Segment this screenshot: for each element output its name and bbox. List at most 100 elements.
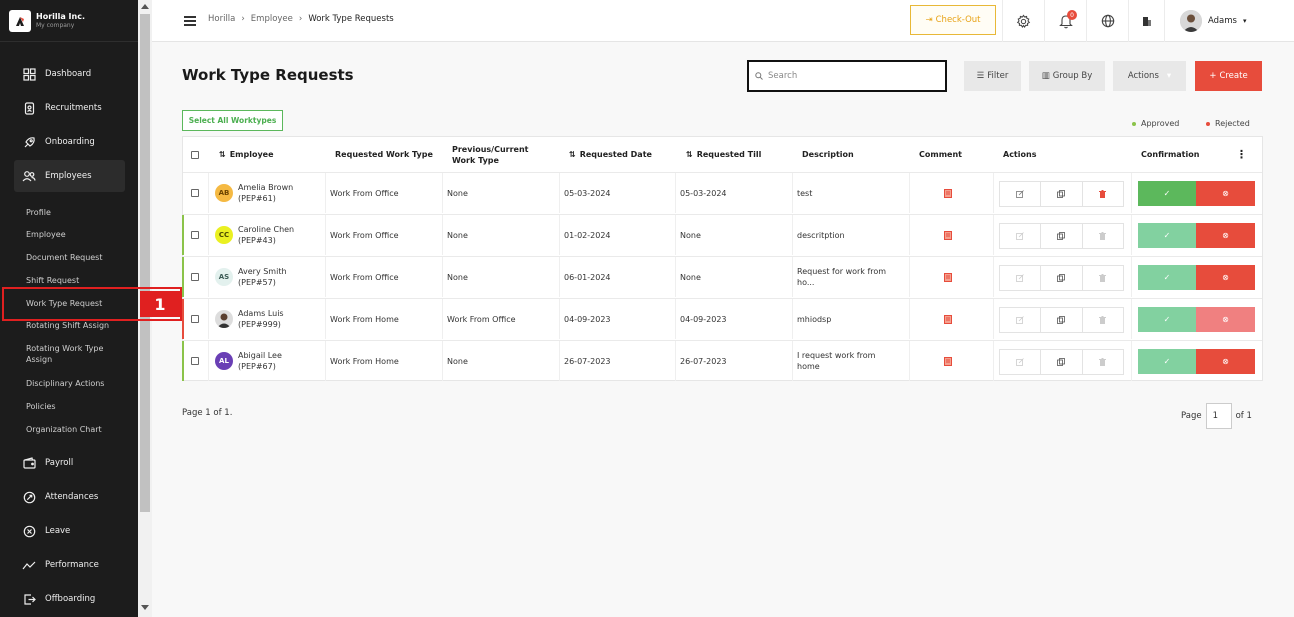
brand[interactable]: Horilla Inc. My company (0, 0, 138, 42)
edit-icon[interactable] (1000, 266, 1042, 290)
legend-approved[interactable]: Approved (1132, 119, 1179, 128)
search-input[interactable]: Search (747, 60, 947, 92)
submenu-rotating-shift-assign[interactable]: Rotating Shift Assign (26, 320, 126, 331)
checkout-button[interactable]: ⇥ Check-Out (910, 5, 996, 35)
language-button[interactable] (1086, 0, 1128, 42)
breadcrumb-horilla[interactable]: Horilla (208, 14, 235, 24)
table-row[interactable]: Adams Luis (PEP#999) Work From Home Work … (182, 298, 1262, 339)
approve-check-icon[interactable]: ✓ (1138, 265, 1196, 290)
employee-name: Avery Smith (238, 267, 287, 276)
row-checkbox[interactable] (191, 273, 199, 281)
select-all-checkbox[interactable] (191, 150, 199, 159)
submenu-profile[interactable]: Profile (26, 207, 126, 218)
scroll-up-icon[interactable] (141, 4, 149, 9)
divider (909, 299, 910, 339)
submenu-disciplinary-actions[interactable]: Disciplinary Actions (26, 378, 126, 389)
submenu-employee[interactable]: Employee (26, 229, 126, 240)
header-requested-date[interactable]: ⇅ Requested Date (569, 137, 652, 172)
reject-x-icon[interactable]: ⊗ (1196, 223, 1255, 248)
legend-rejected[interactable]: Rejected (1206, 119, 1250, 128)
approve-check-icon[interactable]: ✓ (1138, 349, 1196, 374)
employee-cell[interactable]: AS Avery Smith (PEP#57) (215, 257, 287, 297)
user-avatar (1180, 10, 1202, 32)
delete-icon[interactable] (1083, 350, 1123, 374)
duplicate-icon[interactable] (1041, 182, 1083, 206)
settings-button[interactable] (1002, 0, 1044, 42)
nav-attendances[interactable]: Attendances (14, 481, 125, 513)
nav-dashboard[interactable]: Dashboard (14, 58, 125, 90)
wallet-icon (22, 456, 36, 470)
employee-cell[interactable]: CC Caroline Chen (PEP#43) (215, 215, 294, 255)
submenu-document-request[interactable]: Document Request (26, 252, 126, 263)
comment-icon[interactable] (944, 299, 952, 339)
nav-onboarding[interactable]: Onboarding (14, 126, 125, 158)
row-checkbox[interactable] (191, 357, 199, 365)
submenu-shift-request[interactable]: Shift Request (26, 275, 126, 286)
row-checkbox[interactable] (191, 231, 199, 239)
delete-icon[interactable] (1083, 182, 1123, 206)
delete-icon[interactable] (1083, 224, 1123, 248)
breadcrumb-employee[interactable]: Employee (251, 14, 293, 24)
table-row[interactable]: AS Avery Smith (PEP#57) Work From Office … (182, 256, 1262, 297)
reject-x-icon[interactable]: ⊗ (1196, 349, 1255, 374)
nav-payroll[interactable]: Payroll (14, 447, 125, 479)
edit-icon[interactable] (1000, 224, 1042, 248)
actions-dropdown[interactable]: Actions ▾ (1113, 61, 1186, 91)
header-employee[interactable]: ⇅ Employee (219, 137, 274, 172)
row-checkbox[interactable] (191, 315, 199, 323)
scrollbar-thumb[interactable] (140, 14, 150, 512)
filter-button[interactable]: ☰ Filter (964, 61, 1021, 91)
duplicate-icon[interactable] (1041, 266, 1083, 290)
approve-check-icon[interactable]: ✓ (1138, 181, 1196, 206)
menu-icon[interactable] (184, 16, 196, 28)
column-options-icon[interactable]: ⋮ (1236, 137, 1247, 172)
header-requested-till[interactable]: ⇅ Requested Till (686, 137, 761, 172)
employee-cell[interactable]: AL Abigail Lee (PEP#67) (215, 341, 282, 381)
submenu-rotating-work-type-assign[interactable]: Rotating Work Type Assign (26, 343, 126, 365)
nav-leave[interactable]: Leave (14, 515, 125, 547)
duplicate-icon[interactable] (1041, 308, 1083, 332)
select-all-button[interactable]: Select All Worktypes (182, 110, 283, 131)
divider (675, 215, 676, 255)
approve-check-icon[interactable]: ✓ (1138, 223, 1196, 248)
edit-icon[interactable] (1000, 350, 1042, 374)
notifications-button[interactable]: 0 (1044, 0, 1086, 42)
comment-icon[interactable] (944, 173, 952, 213)
employee-cell[interactable]: AB Amelia Brown (PEP#61) (215, 173, 293, 213)
comment-icon[interactable] (944, 341, 952, 381)
nav-performance[interactable]: Performance (14, 549, 125, 581)
nav-offboarding[interactable]: Offboarding (14, 583, 125, 615)
duplicate-icon[interactable] (1041, 224, 1083, 248)
scroll-down-icon[interactable] (141, 605, 149, 610)
divider (993, 173, 994, 213)
comment-icon[interactable] (944, 257, 952, 297)
comment-icon[interactable] (944, 215, 952, 255)
employee-cell[interactable]: Adams Luis (PEP#999) (215, 299, 284, 339)
reject-x-icon[interactable]: ⊗ (1196, 181, 1255, 206)
user-menu[interactable]: Adams ▾ (1164, 0, 1247, 42)
page-number-input[interactable]: 1 (1205, 403, 1232, 429)
reject-x-icon[interactable]: ⊗ (1196, 265, 1255, 290)
table-row[interactable]: AL Abigail Lee (PEP#67) Work From Home No… (182, 340, 1262, 381)
edit-icon[interactable] (1000, 308, 1042, 332)
create-button[interactable]: + Create (1195, 61, 1262, 91)
table-row[interactable]: AB Amelia Brown (PEP#61) Work From Office… (183, 172, 1262, 213)
divider (442, 341, 443, 381)
company-button[interactable] (1128, 0, 1164, 42)
employee-name: Caroline Chen (238, 225, 295, 234)
groupby-button[interactable]: ▥ Group By (1029, 61, 1105, 91)
row-checkbox[interactable] (191, 189, 199, 197)
submenu-policies[interactable]: Policies (26, 401, 126, 412)
requested-till: 04-09-2023 (680, 314, 727, 324)
divider (675, 299, 676, 339)
delete-icon[interactable] (1083, 308, 1123, 332)
submenu-organization-chart[interactable]: Organization Chart (26, 424, 126, 435)
reject-x-icon[interactable]: ⊗ (1196, 307, 1255, 332)
nav-employees[interactable]: Employees (14, 160, 125, 192)
table-row[interactable]: CC Caroline Chen (PEP#43) Work From Offic… (182, 214, 1262, 255)
edit-icon[interactable] (1000, 182, 1042, 206)
delete-icon[interactable] (1083, 266, 1123, 290)
approve-check-icon[interactable]: ✓ (1138, 307, 1196, 332)
duplicate-icon[interactable] (1041, 350, 1083, 374)
nav-recruitments[interactable]: Recruitments (14, 92, 125, 124)
